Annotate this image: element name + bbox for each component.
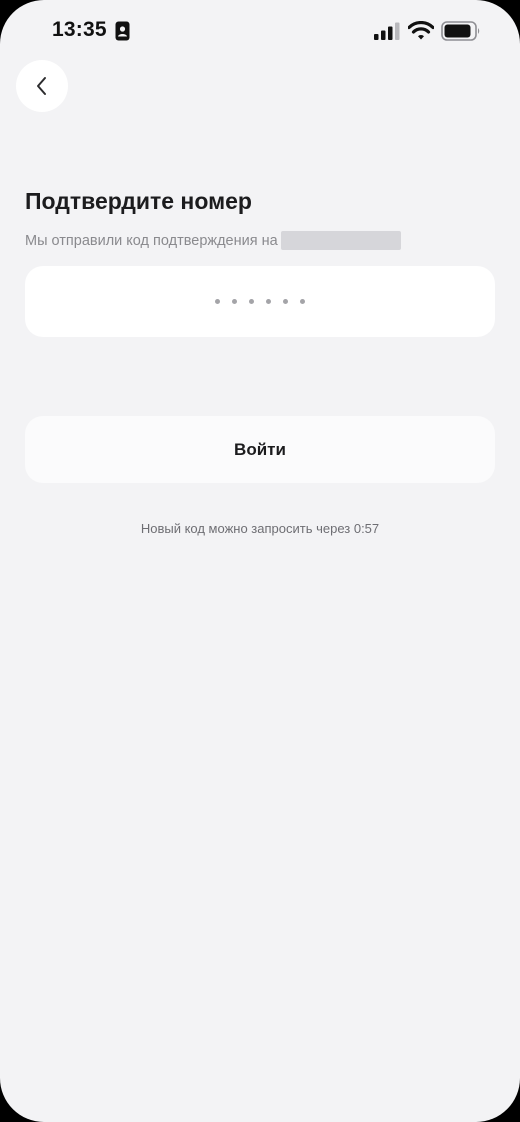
subtitle-text: Мы отправили код подтверждения на bbox=[25, 232, 278, 249]
code-dot bbox=[300, 299, 305, 304]
code-dot bbox=[266, 299, 271, 304]
battery-icon bbox=[441, 21, 480, 41]
login-button[interactable]: Войти bbox=[25, 416, 495, 483]
chevron-left-icon bbox=[37, 77, 46, 95]
id-badge-icon bbox=[115, 21, 130, 41]
verification-code-input[interactable] bbox=[25, 266, 495, 337]
code-placeholder-dots bbox=[215, 299, 305, 304]
wifi-icon bbox=[408, 21, 434, 40]
resend-timer-text: Новый код можно запросить через 0:57 bbox=[140, 521, 380, 536]
phone-screen: 13:35 Подтвердите номер Мы отправили код… bbox=[0, 0, 520, 1122]
page-title: Подтвердите номер bbox=[25, 188, 252, 214]
code-dot bbox=[283, 299, 288, 304]
status-time: 13:35 bbox=[52, 18, 107, 41]
code-dot bbox=[249, 299, 254, 304]
status-bar: 13:35 bbox=[0, 0, 520, 62]
login-button-label: Войти bbox=[234, 439, 286, 459]
cellular-signal-icon bbox=[374, 22, 400, 40]
code-dot bbox=[215, 299, 220, 304]
code-dot bbox=[232, 299, 237, 304]
subtitle-row: Мы отправили код подтверждения на bbox=[25, 231, 401, 250]
redacted-phone-number bbox=[280, 231, 401, 250]
back-button[interactable] bbox=[16, 60, 68, 112]
